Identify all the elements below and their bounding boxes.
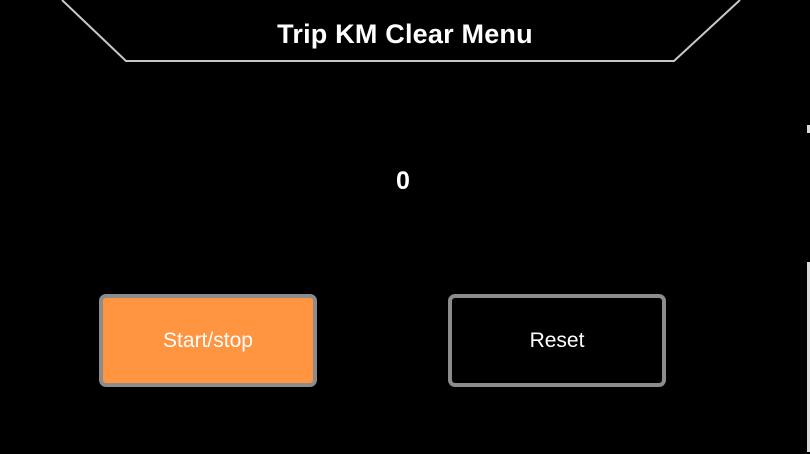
start-stop-label: Start/stop (163, 328, 253, 352)
page-title: Trip KM Clear Menu (277, 19, 533, 49)
reset-label: Reset (529, 328, 585, 352)
reset-button[interactable]: Reset (448, 294, 666, 387)
start-stop-button[interactable]: Start/stop (99, 294, 317, 387)
trip-km-value: 0 (396, 167, 410, 195)
